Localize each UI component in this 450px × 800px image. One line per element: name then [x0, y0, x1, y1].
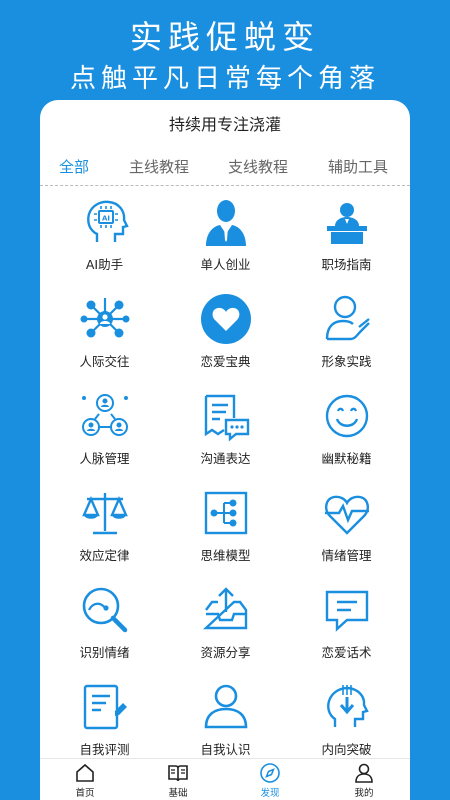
grid-item-label: 自我认识: [200, 742, 251, 757]
grid-item-label: 资源分享: [200, 645, 251, 660]
magnifier-icon: [82, 587, 128, 633]
nav-home[interactable]: 首页: [55, 762, 115, 799]
hero-subtitle: 点触平凡日常每个角落: [69, 64, 380, 94]
grid-item-image-practice[interactable]: 形象实践: [285, 293, 408, 390]
grid-item-label: 思维模型: [200, 548, 251, 563]
content-card: 持续用专注浇灌 全部 主线教程 支线教程 辅助工具 AI AI助手 单人创业 职…: [40, 100, 410, 800]
heart-icon: [201, 294, 251, 344]
heartbeat-icon: [325, 495, 369, 535]
grid-item-label: 恋爱宝典: [200, 354, 251, 369]
grid-item-workplace-guide[interactable]: 职场指南: [285, 196, 408, 293]
grid-item-effects-laws[interactable]: 效应定律: [43, 487, 166, 584]
home-icon: [76, 763, 94, 782]
businessman-icon: [206, 200, 246, 246]
svg-text:AI: AI: [102, 215, 110, 223]
message-icon: [325, 590, 369, 632]
compass-icon: [260, 763, 280, 783]
mind-map-icon: [204, 491, 248, 535]
nav-profile[interactable]: 我的: [334, 762, 394, 799]
grid-item-label: 人际交往: [79, 354, 130, 369]
grid-item-label: 形象实践: [321, 354, 372, 369]
grid-item-solo-business[interactable]: 单人创业: [164, 196, 287, 293]
grid-item-ai-assistant[interactable]: AI AI助手: [43, 196, 166, 293]
hero-title: 实践促蜕变: [129, 18, 320, 56]
tab-side-tutorial[interactable]: 支线教程: [228, 156, 288, 177]
grid-item-label: 职场指南: [321, 257, 372, 272]
nav-label: 首页: [75, 788, 95, 799]
profile-icon: [355, 763, 373, 783]
grid-item-thinking-models[interactable]: 思维模型: [164, 487, 287, 584]
test-pen-icon: [83, 684, 127, 730]
grid-item-label: AI助手: [85, 257, 124, 272]
grid-item-recognize-emotions[interactable]: 识别情绪: [43, 584, 166, 681]
scale-icon: [82, 493, 128, 535]
grid-item-label: 人脉管理: [79, 451, 130, 466]
grid-item-communication[interactable]: 沟通表达: [164, 390, 287, 487]
tab-bar: 全部 主线教程 支线教程 辅助工具: [40, 152, 410, 186]
grid-item-social-interaction[interactable]: 人际交往: [43, 293, 166, 390]
grid-item-label: 沟通表达: [200, 451, 251, 466]
bottom-nav: 首页 基础 发现 我的: [40, 758, 410, 800]
grid-item-label: 内向突破: [321, 742, 372, 757]
grid-item-humor-secrets[interactable]: 幽默秘籍: [285, 390, 408, 487]
grid-item-label: 恋爱话术: [321, 645, 372, 660]
grid-item-label: 识别情绪: [79, 645, 130, 660]
share-box-icon: [202, 587, 248, 630]
tab-tools[interactable]: 辅助工具: [328, 156, 388, 177]
nav-basics[interactable]: 基础: [148, 762, 208, 799]
grid-item-label: 效应定律: [79, 548, 130, 563]
speaker-podium-icon: [327, 203, 367, 244]
person-pen-icon: [325, 295, 370, 341]
user-icon: [204, 684, 248, 729]
grid-item-label: 自我评测: [79, 742, 130, 757]
grid-item-resource-sharing[interactable]: 资源分享: [164, 584, 287, 681]
tab-main-tutorial[interactable]: 主线教程: [129, 156, 189, 177]
card-title: 持续用专注浇灌: [168, 115, 281, 134]
tab-all[interactable]: 全部: [59, 156, 89, 177]
grid-item-label: 单人创业: [200, 257, 251, 272]
nav-label: 我的: [354, 788, 374, 799]
head-download-icon: [327, 685, 369, 727]
smile-icon: [325, 394, 369, 438]
grid-item-emotion-management[interactable]: 情绪管理: [285, 487, 408, 584]
network-icon: [80, 298, 130, 338]
grid-item-love-scripts[interactable]: 恋爱话术: [285, 584, 408, 681]
grid-item-label: 情绪管理: [321, 548, 372, 563]
nav-label: 基础: [168, 788, 188, 799]
grid-item-label: 幽默秘籍: [321, 451, 372, 466]
grid-item-love-guide[interactable]: 恋爱宝典: [164, 293, 287, 390]
grid-item-contacts-management[interactable]: 人脉管理: [43, 390, 166, 487]
chat-document-icon: [204, 394, 250, 442]
book-icon: [168, 765, 188, 782]
nav-discover[interactable]: 发现: [240, 762, 300, 799]
ai-head-icon: AI: [87, 200, 129, 242]
contacts-icon: [82, 394, 128, 436]
nav-label: 发现: [260, 788, 280, 799]
